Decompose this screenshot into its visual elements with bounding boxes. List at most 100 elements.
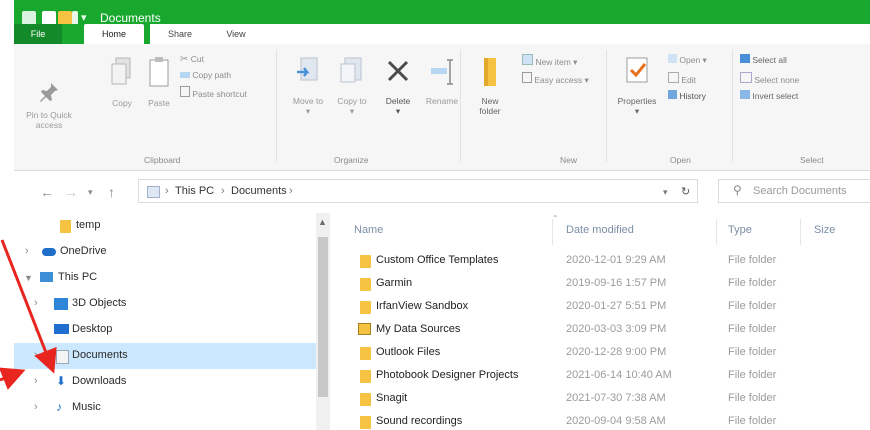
- history-button[interactable]: History: [668, 90, 706, 101]
- nav-item-documents[interactable]: › Documents: [14, 343, 316, 369]
- file-name: Snagit: [376, 392, 408, 404]
- expand-chevron-icon[interactable]: ›: [34, 323, 38, 335]
- column-divider[interactable]: [800, 219, 801, 245]
- breadcrumb-documents[interactable]: Documents: [231, 185, 287, 197]
- file-row[interactable]: Garmin 2019-09-16 1:57 PM File folder: [330, 273, 870, 296]
- nav-item-temp[interactable]: temp: [14, 213, 316, 239]
- navigation-pane-scrollbar[interactable]: ▲: [316, 213, 330, 430]
- folder-icon: [360, 347, 371, 360]
- file-row[interactable]: Snagit 2021-07-30 7:38 AM File folder: [330, 388, 870, 411]
- collapse-chevron-icon[interactable]: ▼: [24, 273, 33, 283]
- tab-home[interactable]: Home: [84, 24, 144, 44]
- column-header-size[interactable]: Size: [814, 224, 835, 236]
- paste-shortcut-button[interactable]: Paste shortcut: [180, 86, 247, 99]
- file-date-modified: 2020-03-03 3:09 PM: [566, 323, 667, 335]
- invert-selection-button[interactable]: Invert select: [740, 90, 798, 101]
- select-none-button[interactable]: Select none: [740, 72, 799, 85]
- file-type: File folder: [728, 254, 777, 266]
- file-type: File folder: [728, 369, 777, 381]
- file-row[interactable]: Outlook Files 2020-12-28 9:00 PM File fo…: [330, 342, 870, 365]
- copy-button[interactable]: Copy: [108, 54, 136, 108]
- open-button[interactable]: Open ▾: [668, 54, 707, 65]
- column-divider[interactable]: [716, 219, 717, 245]
- select-none-icon: [740, 72, 752, 83]
- address-history-chevron-icon[interactable]: ▾: [663, 187, 668, 198]
- edit-button[interactable]: Edit: [668, 72, 696, 85]
- cloud-icon: [42, 248, 56, 256]
- expand-chevron-icon[interactable]: ›: [34, 375, 38, 387]
- pin-to-quick-access-button[interactable]: Pin to Quick access: [16, 80, 82, 130]
- delete-label: Delete ▾: [385, 96, 411, 116]
- folder-icon: [360, 393, 371, 406]
- properties-button[interactable]: Properties ▾: [614, 54, 660, 116]
- tab-share[interactable]: Share: [150, 24, 210, 44]
- copy-to-label: Copy to ▾: [337, 96, 367, 116]
- up-arrow-icon[interactable]: ↑: [108, 184, 115, 200]
- file-row[interactable]: Sound recordings 2020-09-04 9:58 AM File…: [330, 411, 870, 430]
- nav-item-desktop[interactable]: › Desktop: [14, 317, 316, 343]
- data-sources-icon: [358, 323, 371, 335]
- nav-item-label: This PC: [58, 271, 98, 283]
- file-type: File folder: [728, 300, 777, 312]
- rename-label: Rename: [425, 96, 459, 106]
- breadcrumb-separator-icon: ›: [165, 185, 169, 197]
- column-header-date-modified[interactable]: Date modified: [566, 224, 634, 236]
- file-name: Outlook Files: [376, 346, 441, 358]
- paste-icon: [149, 57, 169, 87]
- new-item-button[interactable]: New item ▾: [522, 54, 577, 67]
- column-divider[interactable]: [552, 219, 553, 245]
- ribbon-group-divider: [606, 50, 607, 162]
- new-folder-quick-icon[interactable]: [58, 11, 72, 25]
- desktop-icon: [54, 324, 69, 334]
- nav-item-this-pc[interactable]: ▼ This PC: [14, 265, 316, 291]
- file-row[interactable]: My Data Sources 2020-03-03 3:09 PM File …: [330, 319, 870, 342]
- breadcrumb-this-pc[interactable]: This PC: [175, 185, 214, 197]
- new-folder-button[interactable]: New folder: [470, 54, 510, 116]
- tab-file[interactable]: File: [14, 24, 62, 44]
- invert-selection-icon: [740, 90, 750, 99]
- column-header-type[interactable]: Type: [728, 224, 752, 236]
- copy-to-button[interactable]: Copy to ▾: [334, 54, 370, 116]
- scroll-up-arrow-icon[interactable]: ▲: [318, 217, 327, 227]
- cut-button[interactable]: ✂ Cut: [180, 54, 204, 65]
- paste-button[interactable]: Paste: [144, 54, 174, 108]
- copy-to-icon: [340, 57, 362, 83]
- scrollbar-thumb[interactable]: [318, 237, 328, 397]
- file-date-modified: 2020-09-04 9:58 AM: [566, 415, 666, 427]
- nav-item-3d-objects[interactable]: › 3D Objects: [14, 291, 316, 317]
- back-arrow-icon[interactable]: ←: [40, 184, 54, 200]
- recent-locations-chevron-icon[interactable]: ▾: [88, 187, 93, 198]
- customize-quick-access-chevron-icon[interactable]: ▾: [81, 11, 87, 24]
- expand-chevron-icon[interactable]: ›: [34, 297, 38, 309]
- copy-path-icon: [180, 72, 190, 78]
- select-all-button[interactable]: Select all: [740, 54, 787, 65]
- expand-chevron-icon[interactable]: ›: [34, 401, 38, 413]
- file-row[interactable]: Custom Office Templates 2020-12-01 9:29 …: [330, 250, 870, 273]
- history-label: History: [679, 91, 706, 101]
- copy-path-button[interactable]: Copy path: [180, 70, 231, 80]
- nav-item-onedrive[interactable]: › OneDrive: [14, 239, 316, 265]
- column-header-name[interactable]: Name: [354, 224, 383, 236]
- easy-access-label: Easy access: [534, 75, 583, 85]
- quick-access-toolbar-separator: [72, 11, 78, 25]
- properties-quick-icon[interactable]: [42, 11, 56, 25]
- delete-button[interactable]: Delete ▾: [378, 54, 418, 116]
- refresh-icon[interactable]: ↻: [681, 185, 690, 198]
- search-box[interactable]: ⚲ Search Documents: [718, 179, 870, 203]
- copy-icon: [111, 57, 131, 85]
- address-bar[interactable]: › This PC › Documents › ▾ ↻: [138, 179, 698, 203]
- easy-access-button[interactable]: Easy access ▾: [522, 72, 589, 85]
- nav-item-label: Downloads: [72, 375, 127, 387]
- move-to-button[interactable]: Move to ▾: [290, 54, 326, 116]
- expand-chevron-icon[interactable]: ›: [25, 245, 29, 257]
- rename-button[interactable]: Rename: [424, 54, 460, 106]
- nav-item-downloads[interactable]: › ⬇ Downloads: [14, 369, 316, 395]
- expand-chevron-icon[interactable]: ›: [34, 349, 38, 361]
- tab-view[interactable]: View: [210, 24, 262, 44]
- nav-item-music[interactable]: › ♪ Music: [14, 395, 316, 421]
- forward-arrow-icon[interactable]: →: [64, 184, 78, 200]
- file-name: My Data Sources: [376, 323, 461, 335]
- file-row[interactable]: IrfanView Sandbox 2020-01-27 5:51 PM Fil…: [330, 296, 870, 319]
- breadcrumb-separator-icon[interactable]: ›: [289, 185, 293, 197]
- file-row[interactable]: Photobook Designer Projects 2021-06-14 1…: [330, 365, 870, 388]
